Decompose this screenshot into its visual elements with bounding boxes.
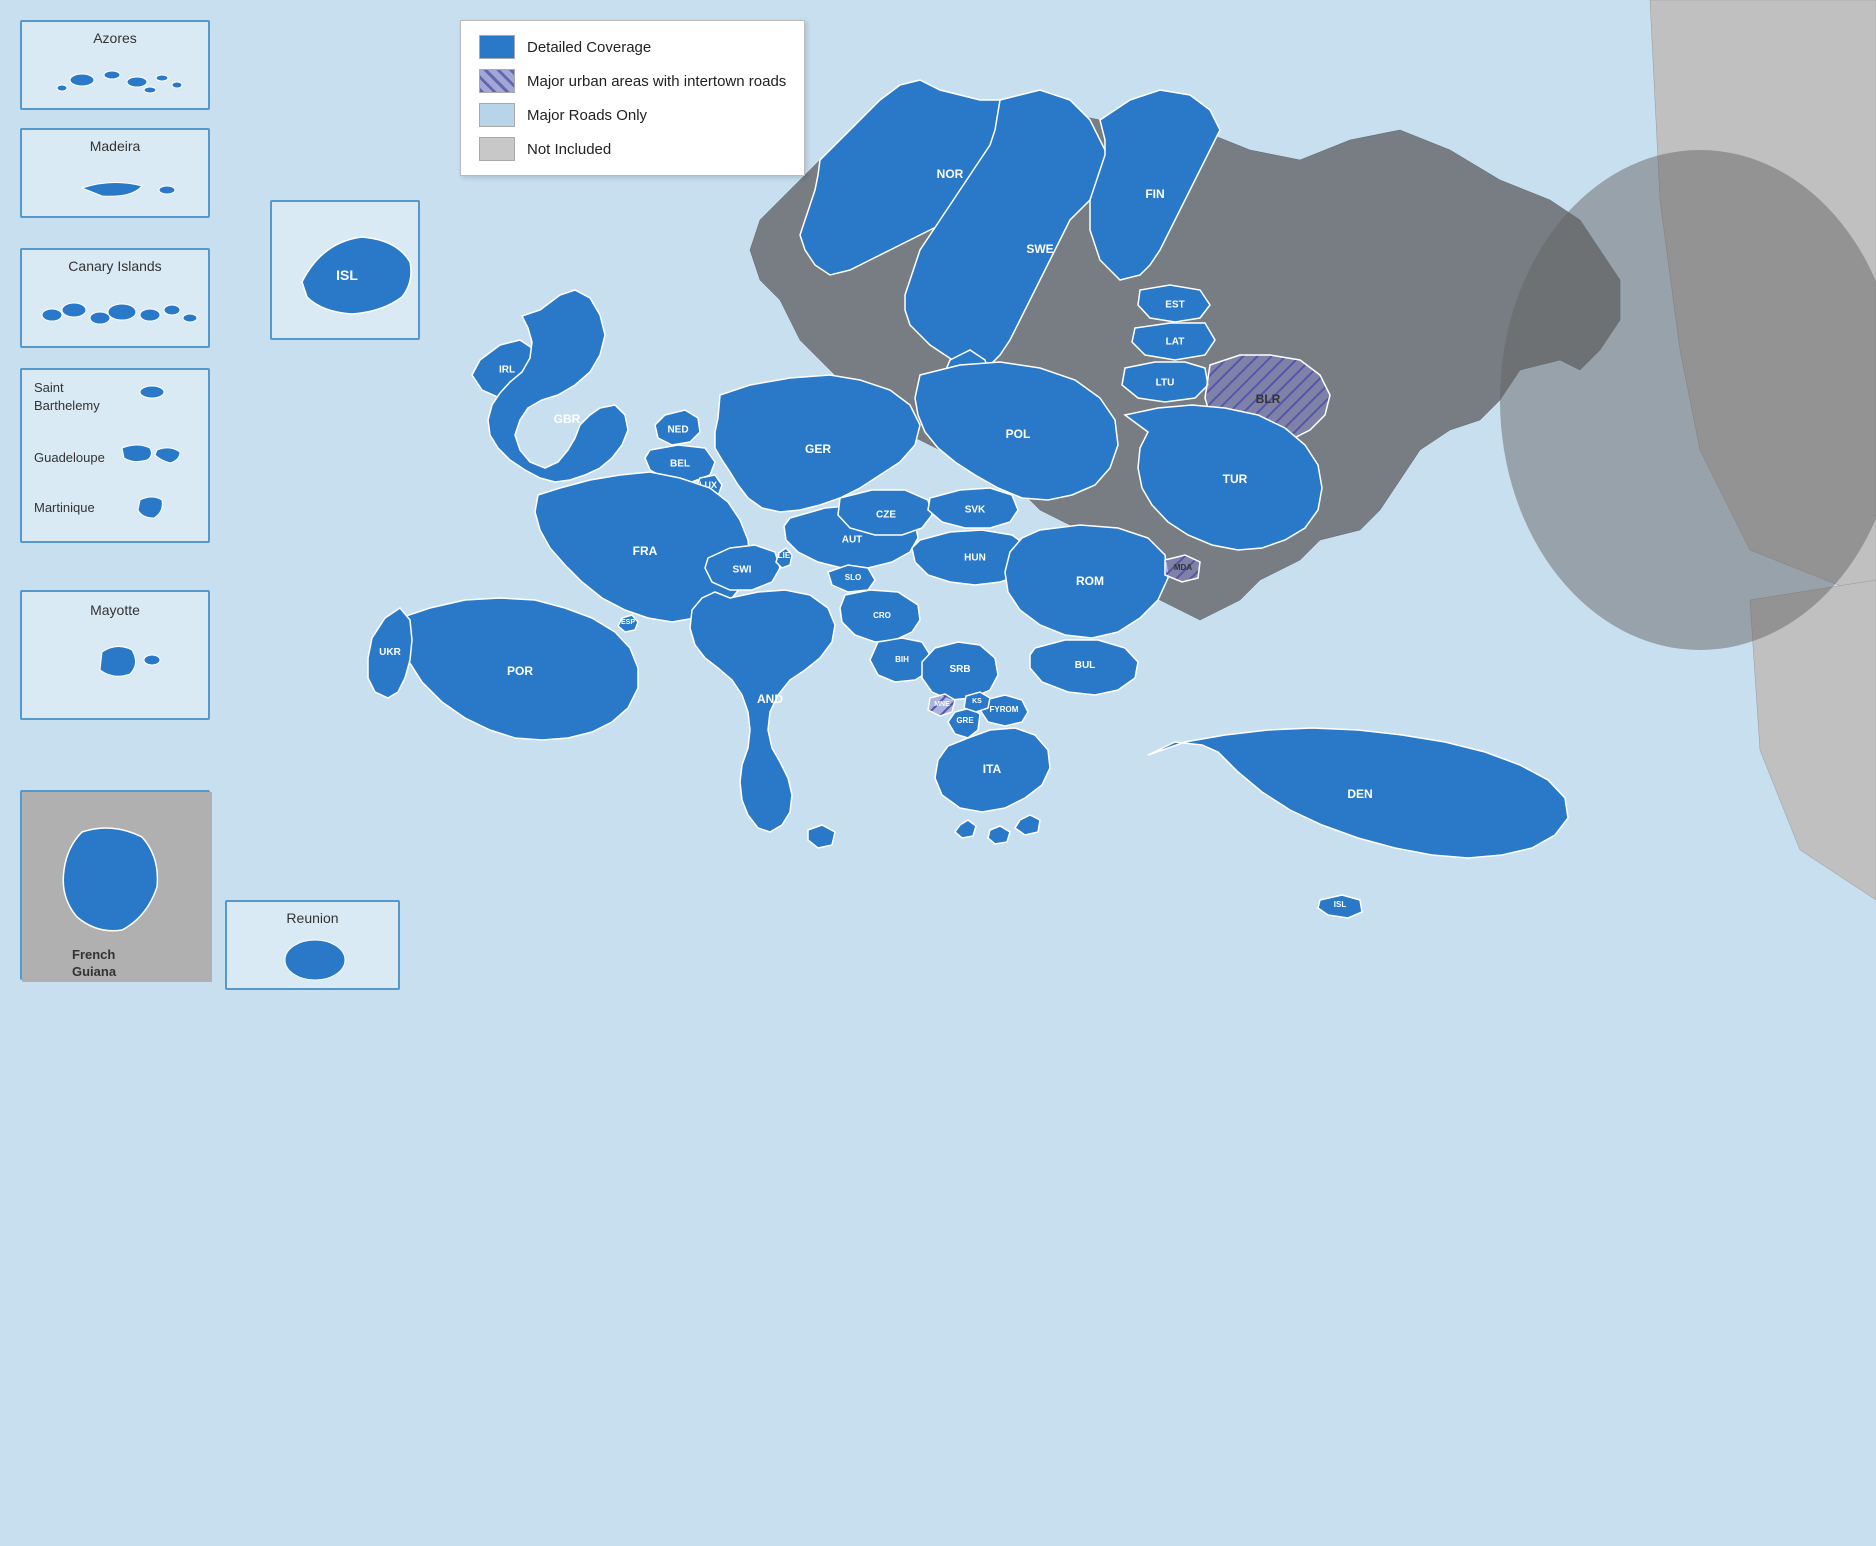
pol-label: POL [1006,427,1031,441]
french-guiana-label: French [72,947,115,962]
legend-item-major-roads: Major Roads Only [479,103,786,127]
bul-label: BUL [1075,660,1096,671]
swi-label: SWI [733,565,752,576]
mayotte-label: Mayotte [90,602,140,618]
legend-item-detailed: Detailed Coverage [479,35,786,59]
legend-item-not-included: Not Included [479,137,786,161]
mne-label: MNE [934,701,950,708]
french-guiana-label2: Guiana [72,964,116,979]
saint-bart-label2: Barthelemy [34,398,100,413]
svg-text:ISL: ISL [336,267,358,283]
mda-label: MDA [1174,563,1192,572]
bih-label: BIH [895,655,909,664]
ukr-label: TUR [1223,472,1248,486]
alb-label: GRE [956,716,974,725]
martinique-label: Martinique [34,500,95,515]
esp-label: POR [507,664,533,678]
lie-label: LIE [778,551,791,560]
nor-label: NOR [937,167,964,181]
tur-label: DEN [1347,787,1372,801]
fra-label: FRA [633,544,658,558]
inset-canary: Canary Islands [20,248,210,348]
legend-item-urban: Major urban areas with intertown roads [479,69,786,93]
saint-bart-label: Saint [34,380,64,395]
cyp-label: ISL [1334,900,1347,909]
ita-label: AND [757,692,783,706]
fyrom-label: FYROM [990,705,1019,714]
gre-label: ITA [983,762,1002,776]
urban-swatch [479,69,515,93]
major-roads-swatch [479,103,515,127]
gbr-label: GBR [554,412,581,426]
ks-label: KS [972,698,982,705]
urban-label: Major urban areas with intertown roads [527,73,786,90]
major-roads-label: Major Roads Only [527,107,647,124]
not-included-swatch [479,137,515,161]
est-label: EST [1165,300,1184,311]
detailed-label: Detailed Coverage [527,39,651,56]
cze-label: CZE [876,510,896,521]
swe-label: SWE [1026,242,1053,256]
inset-azores: Azores [20,20,210,110]
ned-label: NED [667,425,688,436]
slo-label: SLO [845,573,861,582]
srb-label: SRB [949,664,970,675]
cro-label: CRO [873,611,891,620]
inset-reunion: Reunion [225,900,400,990]
inset-mayotte: Mayotte [20,590,210,720]
canary-label: Canary Islands [68,258,161,274]
fin-label: FIN [1145,187,1164,201]
bel-label: BEL [670,459,690,470]
detailed-swatch [479,35,515,59]
por-label: UKR [379,647,401,658]
svk-label: SVK [965,505,986,516]
rom-label: ROM [1076,574,1104,588]
ltu-label: LTU [1156,378,1175,389]
ger-label: GER [805,442,831,456]
lat-label: LAT [1166,337,1185,348]
inset-isl: ISL [270,200,420,340]
irl-label: IRL [499,365,515,376]
hun-label: HUN [964,553,986,564]
blr-label: BLR [1256,392,1281,406]
legend-box: Detailed Coverage Major urban areas with… [460,20,805,176]
inset-saint-group: Saint Barthelemy Guadeloupe Martinique [20,368,210,543]
reunion-label: Reunion [286,910,338,926]
inset-madeira: Madeira [20,128,210,218]
azores-label: Azores [93,30,137,46]
not-included-label: Not Included [527,141,611,158]
guadeloupe-label: Guadeloupe [34,450,105,465]
madeira-label: Madeira [90,138,141,154]
aut-label: AUT [842,535,863,546]
inset-french-guiana: French Guiana [20,790,210,980]
and-label: ESP [621,619,635,626]
